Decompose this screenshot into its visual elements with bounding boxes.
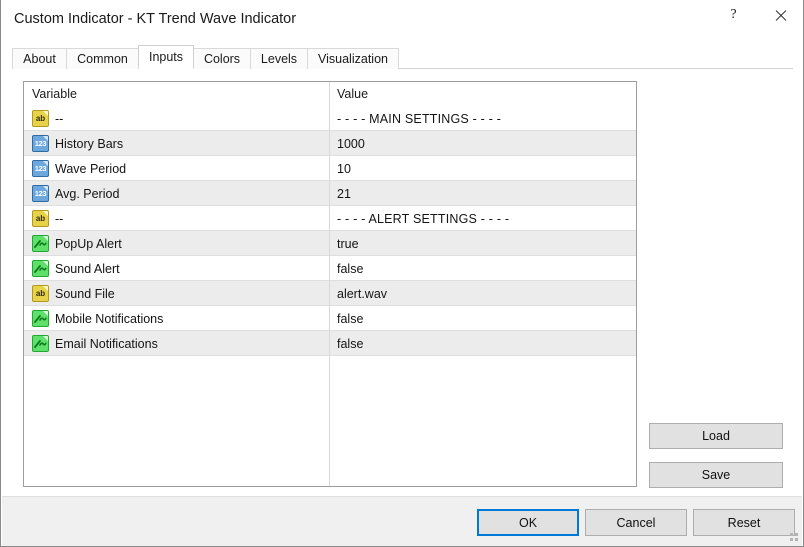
number-type-icon: 123: [32, 135, 49, 152]
load-button[interactable]: Load: [649, 423, 783, 449]
variable-cell: 123 Wave Period: [32, 156, 126, 181]
number-type-icon: 123: [32, 185, 49, 202]
variable-label: Wave Period: [55, 162, 126, 176]
value-text: 1000: [337, 137, 365, 151]
variable-cell: Email Notifications: [32, 331, 158, 356]
value-text: true: [337, 237, 359, 251]
grid-header-row: Variable Value: [24, 82, 636, 106]
resize-grip[interactable]: [790, 533, 799, 542]
grid-row[interactable]: ab Sound File alert.wav: [24, 281, 636, 306]
grid-rows: ab -- - - - - MAIN SETTINGS - - - - 123 Hist…: [24, 106, 636, 356]
value-cell[interactable]: 10: [337, 156, 351, 181]
value-text: 21: [337, 187, 351, 201]
variable-cell: 123 Avg. Period: [32, 181, 119, 206]
variable-label: --: [55, 212, 63, 226]
tab-levels[interactable]: Levels: [250, 48, 308, 69]
reset-button[interactable]: Reset: [693, 509, 795, 536]
value-text: alert.wav: [337, 287, 387, 301]
variable-cell: ab --: [32, 206, 63, 231]
value-cell[interactable]: false: [337, 256, 363, 281]
close-icon: [774, 9, 787, 22]
variable-label: Email Notifications: [55, 337, 158, 351]
value-cell[interactable]: - - - - MAIN SETTINGS - - - -: [337, 106, 501, 131]
custom-indicator-dialog: Custom Indicator - KT Trend Wave Indicat…: [0, 0, 804, 547]
value-cell[interactable]: 1000: [337, 131, 365, 156]
close-button[interactable]: [758, 0, 803, 30]
variable-cell: 123 History Bars: [32, 131, 123, 156]
cancel-button[interactable]: Cancel: [585, 509, 687, 536]
column-header-value: Value: [337, 87, 368, 101]
variable-label: --: [55, 112, 63, 126]
inputs-property-grid: Variable Value ab -- - - - - MAIN SETTINGS…: [23, 81, 637, 487]
variable-label: History Bars: [55, 137, 123, 151]
string-type-icon: ab: [32, 210, 49, 227]
value-text: - - - - MAIN SETTINGS - - - -: [337, 112, 501, 126]
column-header-variable: Variable: [32, 87, 77, 101]
variable-cell: ab --: [32, 106, 63, 131]
grid-row[interactable]: Mobile Notifications false: [24, 306, 636, 331]
variable-label: Sound Alert: [55, 262, 120, 276]
bool-type-icon: [32, 310, 49, 327]
tab-about[interactable]: About: [12, 48, 67, 69]
variable-label: Sound File: [55, 287, 115, 301]
variable-cell: ab Sound File: [32, 281, 115, 306]
bool-type-icon: [32, 235, 49, 252]
bool-type-icon: [32, 335, 49, 352]
grid-row[interactable]: 123 History Bars 1000: [24, 131, 636, 156]
tab-colors[interactable]: Colors: [193, 48, 251, 69]
tab-strip: About Common Inputs Colors Levels Visual…: [12, 45, 793, 69]
string-type-icon: ab: [32, 285, 49, 302]
number-type-icon: 123: [32, 160, 49, 177]
save-button[interactable]: Save: [649, 462, 783, 488]
grid-row[interactable]: Sound Alert false: [24, 256, 636, 281]
tab-inputs[interactable]: Inputs: [138, 45, 194, 69]
string-type-icon: ab: [32, 110, 49, 127]
grid-row[interactable]: Email Notifications false: [24, 331, 636, 356]
value-text: false: [337, 312, 363, 326]
value-cell[interactable]: alert.wav: [337, 281, 387, 306]
variable-cell: PopUp Alert: [32, 231, 122, 256]
tab-common[interactable]: Common: [66, 48, 139, 69]
variable-cell: Sound Alert: [32, 256, 120, 281]
grid-row[interactable]: PopUp Alert true: [24, 231, 636, 256]
grid-row[interactable]: ab -- - - - - MAIN SETTINGS - - - -: [24, 106, 636, 131]
help-button[interactable]: ?: [711, 0, 756, 30]
grid-row[interactable]: 123 Wave Period 10: [24, 156, 636, 181]
title-bar: Custom Indicator - KT Trend Wave Indicat…: [1, 0, 803, 39]
value-text: 10: [337, 162, 351, 176]
grid-row[interactable]: ab -- - - - - ALERT SETTINGS - - - -: [24, 206, 636, 231]
value-cell[interactable]: false: [337, 331, 363, 356]
question-mark-icon: ?: [730, 8, 736, 22]
value-cell[interactable]: - - - - ALERT SETTINGS - - - -: [337, 206, 509, 231]
value-cell[interactable]: 21: [337, 181, 351, 206]
value-text: false: [337, 337, 363, 351]
variable-label: Mobile Notifications: [55, 312, 163, 326]
value-text: false: [337, 262, 363, 276]
window-title: Custom Indicator - KT Trend Wave Indicat…: [14, 11, 296, 27]
variable-label: Avg. Period: [55, 187, 119, 201]
column-separator: [329, 82, 330, 486]
value-cell[interactable]: false: [337, 306, 363, 331]
grid-row[interactable]: 123 Avg. Period 21: [24, 181, 636, 206]
variable-cell: Mobile Notifications: [32, 306, 163, 331]
variable-label: PopUp Alert: [55, 237, 122, 251]
tab-visualization[interactable]: Visualization: [307, 48, 399, 69]
value-cell[interactable]: true: [337, 231, 359, 256]
bool-type-icon: [32, 260, 49, 277]
ok-button[interactable]: OK: [477, 509, 579, 536]
value-text: - - - - ALERT SETTINGS - - - -: [337, 212, 509, 226]
